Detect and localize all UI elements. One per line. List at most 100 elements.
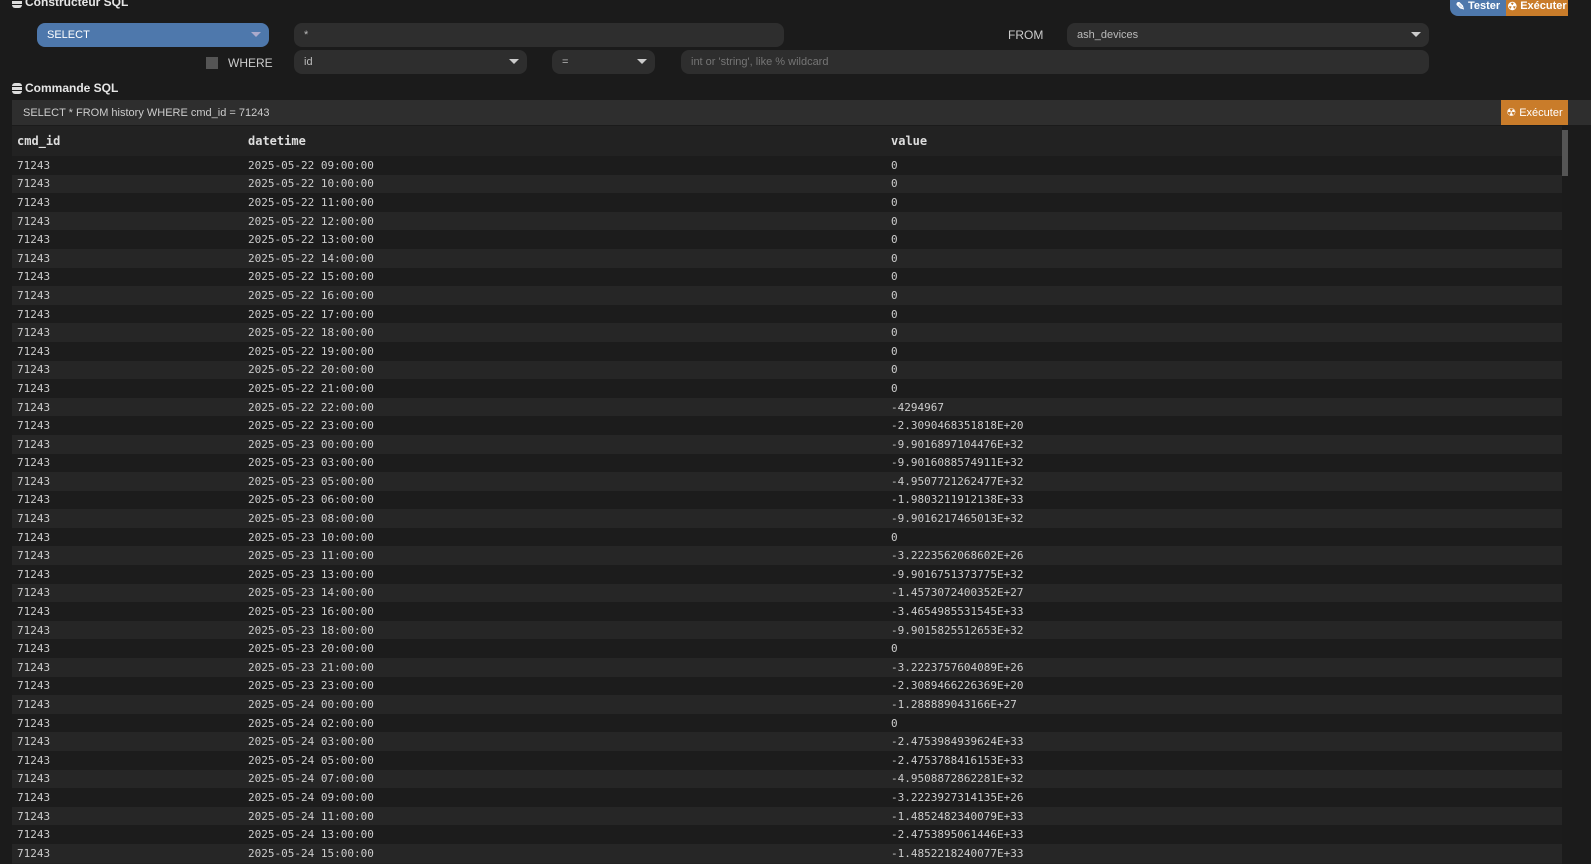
table-row[interactable]: 71243 2025-05-23 00:00:00 -9.9016897104476… <box>12 434 1562 454</box>
table-row[interactable]: 71243 2025-05-24 15:00:00 -1.4852218240077… <box>12 843 1562 863</box>
cell-datetime: 2025-05-22 12:00:00 <box>248 214 374 228</box>
table-row[interactable]: 71243 2025-05-22 09:00:00 0 <box>12 156 1562 175</box>
cell-value: -3.4654985531545E+33 <box>891 605 1024 619</box>
cell-value: -2.3089466226369E+20 <box>891 679 1024 693</box>
cell-value: 0 <box>891 158 898 172</box>
table-row[interactable]: 71243 2025-05-23 05:00:00 -4.9507721262477… <box>12 472 1562 491</box>
table-row[interactable]: 71243 2025-05-22 13:00:00 0 <box>12 230 1562 249</box>
cell-datetime: 2025-05-24 02:00:00 <box>248 716 374 730</box>
cell-cmd-id: 71243 <box>17 270 51 284</box>
table-row[interactable]: 71243 2025-05-24 05:00:00 -2.4753788416153… <box>12 751 1562 770</box>
cell-cmd-id: 71243 <box>17 326 51 340</box>
header-datetime[interactable]: datetime <box>248 134 306 148</box>
tester-button[interactable]: ✎ Tester <box>1450 0 1506 16</box>
table-row[interactable]: 71243 2025-05-23 03:00:00 -9.9016088574911… <box>12 453 1562 473</box>
table-row[interactable]: 71243 2025-05-22 12:00:00 0 <box>12 211 1562 231</box>
table-row[interactable]: 71243 2025-05-22 22:00:00 -4294967 <box>12 397 1562 417</box>
cell-datetime: 2025-05-22 22:00:00 <box>248 400 374 414</box>
where-operator-dropdown[interactable]: = <box>552 50 655 74</box>
cell-value: -4294967 <box>891 400 944 414</box>
table-row[interactable]: 71243 2025-05-23 18:00:00 -9.9015825512653… <box>12 620 1562 640</box>
table-row[interactable]: 71243 2025-05-23 21:00:00 -3.2223757604089… <box>12 658 1562 677</box>
cell-datetime: 2025-05-23 03:00:00 <box>248 456 374 470</box>
cell-cmd-id: 71243 <box>17 177 51 191</box>
cell-value: 0 <box>891 530 898 544</box>
execute-button[interactable]: ☢ Exécuter <box>1501 100 1568 125</box>
cell-cmd-id: 71243 <box>17 474 51 488</box>
cell-value: -9.9015825512653E+32 <box>891 623 1024 637</box>
cell-datetime: 2025-05-22 21:00:00 <box>248 381 374 395</box>
cell-cmd-id: 71243 <box>17 233 51 247</box>
radiation-icon: ☢ <box>1506 107 1517 119</box>
cell-datetime: 2025-05-24 13:00:00 <box>248 828 374 842</box>
cell-datetime: 2025-05-24 03:00:00 <box>248 735 374 749</box>
header-value[interactable]: value <box>891 134 927 148</box>
table-row[interactable]: 71243 2025-05-23 16:00:00 -3.4654985531545… <box>12 602 1562 621</box>
cell-cmd-id: 71243 <box>17 363 51 377</box>
table-row[interactable]: 71243 2025-05-24 02:00:00 0 <box>12 713 1562 733</box>
cell-cmd-id: 71243 <box>17 772 51 786</box>
select-dropdown[interactable]: SELECT <box>37 23 269 47</box>
where-field-dropdown[interactable]: id <box>294 50 527 74</box>
executer-top-button[interactable]: ☢ Exécuter <box>1506 0 1568 16</box>
table-row[interactable]: 71243 2025-05-22 20:00:00 0 <box>12 360 1562 380</box>
cell-cmd-id: 71243 <box>17 679 51 693</box>
table-row[interactable]: 71243 2025-05-24 07:00:00 -4.9508872862281… <box>12 769 1562 789</box>
cell-value: -1.4852218240077E+33 <box>891 846 1024 860</box>
command-title: Commande SQL <box>12 81 118 95</box>
table-row[interactable]: 71243 2025-05-23 11:00:00 -3.2223562068602… <box>12 546 1562 566</box>
columns-input[interactable]: * <box>294 23 784 47</box>
cell-cmd-id: 71243 <box>17 456 51 470</box>
table-row[interactable]: 71243 2025-05-24 13:00:00 -2.4753895061446… <box>12 825 1562 844</box>
table-row[interactable]: 71243 2025-05-23 06:00:00 -1.9803211912138… <box>12 490 1562 510</box>
table-row[interactable]: 71243 2025-05-22 21:00:00 0 <box>12 379 1562 398</box>
results-table: cmd_id datetime value 71243 2025-05-22 09… <box>12 126 1562 864</box>
cell-datetime: 2025-05-23 23:00:00 <box>248 679 374 693</box>
cell-datetime: 2025-05-23 06:00:00 <box>248 493 374 507</box>
top-actions: ✎ Tester ☢ Exécuter <box>1450 0 1568 16</box>
header-cmd-id[interactable]: cmd_id <box>17 134 60 148</box>
sql-command-input[interactable]: SELECT * FROM history WHERE cmd_id = 712… <box>12 100 1591 125</box>
table-row[interactable]: 71243 2025-05-22 18:00:00 0 <box>12 323 1562 342</box>
cell-datetime: 2025-05-24 07:00:00 <box>248 772 374 786</box>
cell-cmd-id: 71243 <box>17 623 51 637</box>
cell-datetime: 2025-05-22 09:00:00 <box>248 158 374 172</box>
where-checkbox[interactable] <box>206 57 218 69</box>
table-row[interactable]: 71243 2025-05-24 03:00:00 -2.4753984939624… <box>12 732 1562 751</box>
table-row[interactable]: 71243 2025-05-23 08:00:00 -9.9016217465013… <box>12 509 1562 528</box>
chevron-down-icon <box>1411 32 1421 37</box>
table-row[interactable]: 71243 2025-05-22 17:00:00 0 <box>12 304 1562 324</box>
cell-cmd-id: 71243 <box>17 828 51 842</box>
table-row[interactable]: 71243 2025-05-23 10:00:00 0 <box>12 527 1562 547</box>
where-value-input[interactable] <box>681 50 1429 74</box>
cell-cmd-id: 71243 <box>17 437 51 451</box>
from-table-dropdown[interactable]: ash_devices <box>1067 23 1429 47</box>
cell-cmd-id: 71243 <box>17 642 51 656</box>
table-row[interactable]: 71243 2025-05-23 20:00:00 0 <box>12 639 1562 659</box>
table-row[interactable]: 71243 2025-05-22 19:00:00 0 <box>12 341 1562 361</box>
table-row[interactable]: 71243 2025-05-22 15:00:00 0 <box>12 267 1562 287</box>
table-row[interactable]: 71243 2025-05-22 10:00:00 0 <box>12 174 1562 194</box>
table-row[interactable]: 71243 2025-05-22 14:00:00 0 <box>12 248 1562 268</box>
cell-value: -9.9016897104476E+32 <box>891 437 1024 451</box>
cell-datetime: 2025-05-23 20:00:00 <box>248 642 374 656</box>
cell-cmd-id: 71243 <box>17 400 51 414</box>
cell-cmd-id: 71243 <box>17 698 51 712</box>
cell-value: -1.9803211912138E+33 <box>891 493 1024 507</box>
cell-cmd-id: 71243 <box>17 419 51 433</box>
table-row[interactable]: 71243 2025-05-22 11:00:00 0 <box>12 193 1562 212</box>
table-row[interactable]: 71243 2025-05-23 13:00:00 -9.9016751373775… <box>12 565 1562 584</box>
cell-value: -9.9016088574911E+32 <box>891 456 1024 470</box>
table-row[interactable]: 71243 2025-05-24 11:00:00 -1.4852482340079… <box>12 806 1562 826</box>
chevron-down-icon <box>637 59 647 64</box>
cell-datetime: 2025-05-23 18:00:00 <box>248 623 374 637</box>
table-row[interactable]: 71243 2025-05-24 09:00:00 -3.2223927314135… <box>12 788 1562 807</box>
table-row[interactable]: 71243 2025-05-22 23:00:00 -2.3090468351818… <box>12 416 1562 435</box>
table-row[interactable]: 71243 2025-05-22 16:00:00 0 <box>12 286 1562 305</box>
table-row[interactable]: 71243 2025-05-24 00:00:00 -1.288889043166E… <box>12 695 1562 714</box>
table-row[interactable]: 71243 2025-05-23 23:00:00 -2.3089466226369… <box>12 676 1562 696</box>
cell-value: 0 <box>891 381 898 395</box>
table-row[interactable]: 71243 2025-05-23 14:00:00 -1.4573072400352… <box>12 583 1562 603</box>
cell-cmd-id: 71243 <box>17 549 51 563</box>
scrollbar-thumb[interactable] <box>1562 130 1568 176</box>
